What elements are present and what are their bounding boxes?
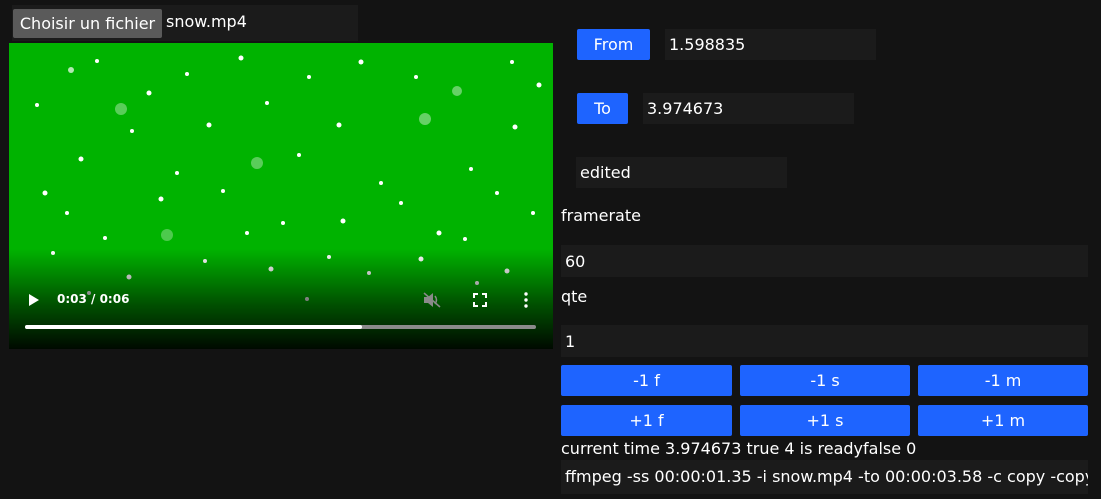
minus-1-minute-button[interactable]: -1 m: [918, 365, 1088, 396]
qte-label: qte: [561, 287, 588, 306]
plus-1-minute-button[interactable]: +1 m: [918, 405, 1088, 436]
fullscreen-icon[interactable]: [473, 293, 487, 307]
more-options-icon[interactable]: [524, 292, 528, 308]
video-player[interactable]: 0:03 / 0:06: [9, 43, 553, 349]
from-time-input[interactable]: [665, 29, 876, 60]
to-button[interactable]: To: [577, 93, 628, 124]
qte-input[interactable]: [561, 325, 1088, 357]
choose-file-button[interactable]: Choisir un fichier: [13, 9, 162, 38]
video-progress-fill: [25, 325, 362, 329]
minus-1-frame-button[interactable]: -1 f: [561, 365, 732, 396]
to-time-input[interactable]: [643, 93, 854, 124]
play-icon[interactable]: [29, 294, 39, 306]
framerate-input[interactable]: [561, 245, 1088, 277]
plus-1-frame-button[interactable]: +1 f: [561, 405, 732, 436]
status-text: current time 3.974673 true 4 is readyfal…: [561, 439, 917, 458]
ffmpeg-command-output[interactable]: ffmpeg -ss 00:00:01.35 -i snow.mp4 -to 0…: [561, 460, 1088, 494]
plus-1-second-button[interactable]: +1 s: [740, 405, 910, 436]
video-time-display: 0:03 / 0:06: [57, 292, 130, 306]
framerate-label: framerate: [561, 206, 641, 225]
from-button[interactable]: From: [577, 29, 650, 60]
selected-file-name: snow.mp4: [166, 12, 247, 31]
minus-1-second-button[interactable]: -1 s: [740, 365, 910, 396]
output-name-input[interactable]: [576, 157, 787, 188]
mute-icon[interactable]: [423, 292, 441, 308]
